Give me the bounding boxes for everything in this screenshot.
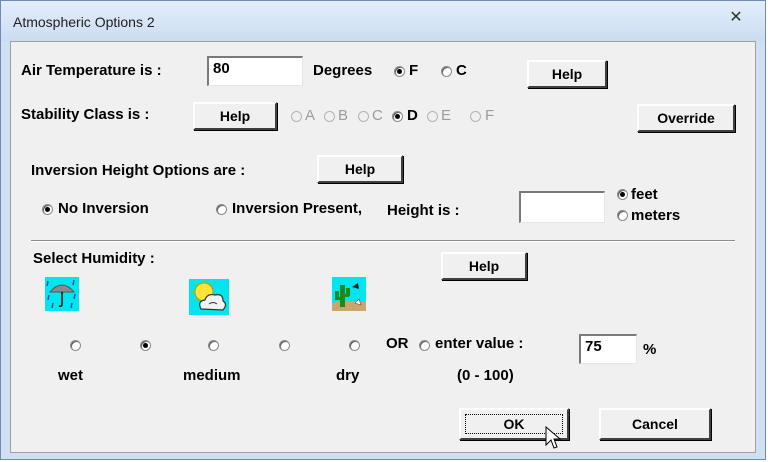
inversion-present-label: Inversion Present, [232,200,363,217]
close-icon[interactable]: ✕ [725,7,747,29]
degrees-label: Degrees [313,62,373,79]
class-a-radio[interactable] [291,111,302,122]
class-b-label: B [338,107,349,124]
humidity-value-input[interactable]: 75 [579,334,637,364]
unit-c-radio[interactable] [441,66,452,77]
cancel-button[interactable]: Cancel [599,408,711,440]
humidity-dry-radio[interactable] [349,340,360,351]
medium-label: medium [183,367,241,384]
class-f-label: F [485,107,495,124]
mouse-cursor-icon [545,426,562,449]
class-e-label: E [441,107,452,124]
air-temperature-label: Air Temperature is : [21,62,162,79]
height-label: Height is : [387,202,460,219]
percent-label: % [643,341,657,358]
class-c-label: C [372,107,383,124]
air-temperature-input[interactable]: 80 [207,56,303,86]
humidity-help-button[interactable]: Help [441,252,527,280]
dialog-window: Atmospheric Options 2 ✕ Air Temperature … [0,0,766,460]
range-label: (0 - 100) [457,367,514,384]
inversion-options-label: Inversion Height Options are : [31,162,246,179]
unit-c-label: C [456,62,467,79]
humidity-enter-value-radio[interactable] [419,340,430,351]
humidity-medium-radio[interactable] [208,340,219,351]
unit-f-radio[interactable] [394,66,405,77]
inversion-help-button[interactable]: Help [317,155,403,183]
wet-label: wet [58,367,84,384]
humidity-wet-medium-radio[interactable] [140,340,151,351]
inversion-height-input[interactable] [519,191,605,223]
inversion-present-radio[interactable] [216,204,227,215]
class-f-radio[interactable] [470,111,481,122]
cactus-desert-icon [332,277,366,311]
meters-label: meters [631,207,681,224]
feet-radio[interactable] [617,189,628,200]
class-d-radio[interactable] [392,111,403,122]
sun-cloud-icon [189,279,229,315]
dialog-client-area: Air Temperature is : 80 Degrees F C Help… [10,41,756,453]
class-a-label: A [305,107,316,124]
feet-label: feet [631,186,658,203]
class-d-label: D [407,107,418,124]
dry-label: dry [336,367,360,384]
title-bar[interactable]: Atmospheric Options 2 ✕ [1,1,765,41]
no-inversion-label: No Inversion [58,200,149,217]
unit-f-label: F [409,62,419,79]
no-inversion-radio[interactable] [42,204,53,215]
class-e-radio[interactable] [427,111,438,122]
humidity-medium-dry-radio[interactable] [279,340,290,351]
meters-radio[interactable] [617,210,628,221]
override-button[interactable]: Override [637,104,735,132]
or-label: OR [386,335,409,352]
stability-class-label: Stability Class is : [21,106,150,123]
window-title: Atmospheric Options 2 [13,14,155,30]
umbrella-rain-icon [45,277,79,311]
select-humidity-label: Select Humidity : [33,250,155,267]
section-separator [31,240,735,242]
stability-help-button[interactable]: Help [193,102,277,130]
enter-value-label: enter value : [435,335,524,352]
class-b-radio[interactable] [324,111,335,122]
class-c-radio[interactable] [358,111,369,122]
humidity-wet-radio[interactable] [70,340,81,351]
temperature-help-button[interactable]: Help [527,60,607,88]
